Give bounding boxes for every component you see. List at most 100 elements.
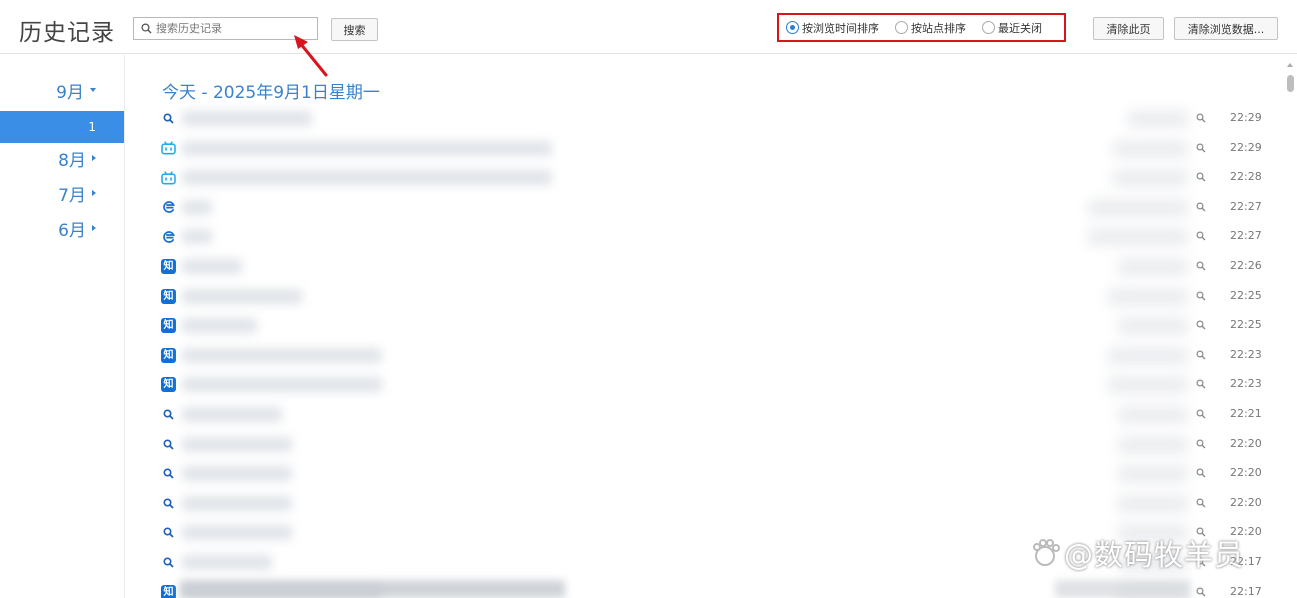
history-row[interactable]: 22:28	[160, 163, 1275, 193]
zhihu-glyph: 知	[161, 318, 176, 334]
more-from-site-search-icon[interactable]	[1196, 439, 1206, 449]
annotation-arrow-icon	[294, 35, 328, 77]
visit-time: 22:20	[1230, 495, 1262, 509]
blurred-domain	[1088, 198, 1188, 217]
day-label: 1	[88, 120, 96, 134]
blurred-title[interactable]	[182, 555, 272, 570]
recently-closed-radio[interactable]: 最近关闭	[982, 20, 1042, 36]
blurred-domain	[1108, 376, 1188, 395]
sort-by-time-radio[interactable]: 按浏览时间排序	[786, 20, 879, 36]
blurred-title[interactable]	[182, 525, 292, 541]
recently-closed-label: 最近关闭	[998, 21, 1042, 35]
clear-browsing-data-button[interactable]: 清除浏览数据...	[1174, 17, 1278, 40]
blurred-title[interactable]	[182, 170, 552, 186]
more-from-site-search-icon[interactable]	[1196, 587, 1206, 597]
more-from-site-search-icon[interactable]	[1196, 291, 1206, 301]
zhihu-glyph: 知	[161, 347, 176, 363]
more-from-site-search-icon[interactable]	[1196, 468, 1206, 478]
zhihu-glyph: 知	[161, 259, 176, 274]
blurred-title[interactable]	[182, 318, 257, 334]
history-row[interactable]: 22:21	[160, 400, 1275, 430]
blurred-domain	[1118, 406, 1188, 424]
blurred-domain	[1118, 258, 1188, 276]
blurred-domain	[1108, 287, 1188, 306]
blurred-title[interactable]	[182, 140, 552, 156]
scroll-up-arrow-icon[interactable]	[1287, 63, 1293, 67]
visit-time: 22:21	[1230, 407, 1262, 420]
date-sidebar: 9月 1 8月 7月 6月	[0, 55, 125, 598]
blurred-domain	[1118, 494, 1188, 513]
radio-selected-indicator	[786, 21, 799, 34]
more-from-site-search-icon[interactable]	[1196, 379, 1206, 389]
vertical-scrollbar[interactable]	[1283, 55, 1297, 598]
visit-time: 22:20	[1230, 466, 1262, 480]
history-row[interactable]: 22:20	[160, 489, 1275, 519]
blurred-domain	[1118, 435, 1188, 454]
blurred-content	[180, 580, 565, 598]
zhihu-icon: 知	[160, 258, 177, 275]
more-from-site-search-icon[interactable]	[1196, 143, 1206, 153]
blurred-domain	[1118, 317, 1188, 336]
blurred-title[interactable]	[182, 466, 292, 482]
search-icon	[141, 23, 152, 34]
history-row[interactable]: 知 22:25	[160, 282, 1275, 312]
sidebar-month-august[interactable]: 8月	[0, 143, 124, 173]
sidebar-month-september[interactable]: 9月	[0, 75, 124, 105]
page-title: 历史记录	[19, 20, 115, 46]
month-label: 7月	[58, 185, 86, 206]
watermark: @数码牧羊员	[1030, 532, 1244, 574]
sort-by-site-radio[interactable]: 按站点排序	[895, 20, 966, 36]
chevron-down-icon	[90, 88, 96, 92]
zhihu-icon: 知	[160, 347, 177, 364]
history-row[interactable]: 22:20	[160, 459, 1275, 489]
date-heading: 今天 - 2025年9月1日星期一	[162, 83, 380, 103]
more-from-site-search-icon[interactable]	[1196, 498, 1206, 508]
history-row[interactable]: 22:27	[160, 222, 1275, 252]
blurred-title[interactable]	[182, 229, 212, 245]
zhihu-icon: 知	[160, 584, 177, 598]
more-from-site-search-icon[interactable]	[1196, 202, 1206, 212]
scroll-thumb[interactable]	[1287, 75, 1294, 92]
baidu-du-logo-icon	[1033, 539, 1060, 566]
blurred-title[interactable]	[182, 199, 212, 215]
more-from-site-search-icon[interactable]	[1196, 172, 1206, 182]
search-icon	[160, 524, 177, 541]
sidebar-month-july[interactable]: 7月	[0, 178, 124, 208]
history-row[interactable]: 22:29	[160, 134, 1275, 164]
visit-time: 22:17	[1230, 584, 1262, 598]
chevron-right-icon	[92, 155, 96, 161]
history-row[interactable]: 知 22:23	[160, 370, 1275, 400]
more-from-site-search-icon[interactable]	[1196, 409, 1206, 419]
search-button[interactable]: 搜索	[331, 18, 378, 41]
history-row[interactable]: 知 22:23	[160, 341, 1275, 371]
more-from-site-search-icon[interactable]	[1196, 320, 1206, 330]
sort-options-group: 按浏览时间排序 按站点排序 最近关闭	[777, 13, 1066, 42]
blurred-title[interactable]	[182, 377, 382, 393]
sidebar-day-selected[interactable]: 1	[0, 111, 124, 143]
blurred-title[interactable]	[182, 259, 242, 274]
blurred-title[interactable]	[182, 347, 382, 363]
visit-time: 22:20	[1230, 436, 1262, 450]
history-row[interactable]: 22:20	[160, 430, 1275, 460]
blurred-title[interactable]	[182, 407, 282, 422]
blurred-title[interactable]	[182, 436, 292, 452]
blurred-title[interactable]	[182, 111, 312, 126]
zhihu-glyph: 知	[161, 288, 176, 304]
more-from-site-search-icon[interactable]	[1196, 350, 1206, 360]
more-from-site-search-icon[interactable]	[1196, 231, 1206, 241]
more-from-site-search-icon[interactable]	[1196, 261, 1206, 271]
more-from-site-search-icon[interactable]	[1196, 113, 1206, 123]
history-row[interactable]: 知 22:25	[160, 311, 1275, 341]
chevron-right-icon	[92, 190, 96, 196]
edge-icon	[160, 228, 177, 245]
zhihu-icon: 知	[160, 288, 177, 305]
clear-page-button[interactable]: 清除此页	[1093, 17, 1164, 40]
history-row[interactable]: 22:29	[160, 104, 1275, 134]
search-icon	[160, 554, 177, 571]
sidebar-month-june[interactable]: 6月	[0, 213, 124, 243]
blurred-title[interactable]	[182, 288, 302, 304]
month-label: 6月	[58, 220, 86, 241]
history-row[interactable]: 知 22:26	[160, 252, 1275, 282]
blurred-title[interactable]	[182, 495, 292, 511]
history-row[interactable]: 22:27	[160, 193, 1275, 223]
